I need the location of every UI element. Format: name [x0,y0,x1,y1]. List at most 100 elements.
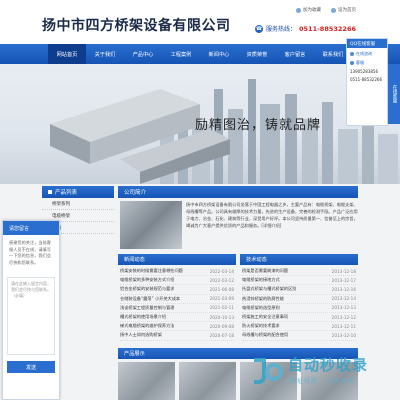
product-list-header: 产品列表 [42,186,114,198]
qq-service-panel: QQ在线客服 在线咨询 客服 13905283856 0511-88532266 [346,38,388,126]
news-row[interactable]: 仓储装设备“震荡” 小开关大成本 2021-03-09 [120,295,234,304]
news-title[interactable]: 浅谈桥架工程质量控制与管理 [120,305,174,311]
news-date: 2013-12-10 [331,332,356,338]
news-date: 2013-12-18 [331,268,356,274]
company-intro-image [120,201,182,249]
news-row[interactable]: 槽式桥架的使用场景介绍 2020-10-13 [120,313,234,323]
hotline-label: 服务热线： [266,26,297,33]
news-list: 桥架安装的时候需要注意哪些问题 2022-03-14 电缆桥架的多种安装方式介绍 20… [120,267,234,341]
nav-home[interactable]: 网站首页 [48,44,86,64]
news-title[interactable]: 扬中人士如何选购桥架 [120,332,162,338]
qq-icon [350,61,354,65]
news-title[interactable]: 防火桥架的技术要求 [242,323,280,329]
news-date: 2013-12-14 [331,296,356,302]
news-title[interactable]: 托盘式桥架与槽式桥架的区别 [242,286,296,292]
news-title[interactable]: 铝合金桥架的安装规范与要求 [120,286,174,292]
qq-icon [350,52,354,56]
online-service-tab[interactable]: 在线客服 [388,64,400,124]
mobile-number: 13905283856 [350,69,378,74]
news-header: 新闻动态 [118,254,236,265]
bookmark-link[interactable]: 加为收藏 [296,7,321,13]
service-link[interactable]: 客服 [347,57,387,66]
news-title[interactable]: 梯式电缆桥架的维护保养方法 [120,323,174,329]
news-date: 2013-12-17 [331,277,356,283]
hotline-number: 0511-88532266 [299,24,356,33]
home-icon [331,7,336,13]
news-row[interactable]: 电缆桥架的多种安装方式介绍 2022-03-12 [120,276,234,286]
news-title[interactable]: 电缆桥架的多种安装方式介绍 [120,277,174,283]
site-header: 扬中市四方桥架设备有限公司 加为收藏 设为首页 ☎ 服务热线： 0511-885… [0,0,400,44]
online-consult-link[interactable]: 在线咨询 [347,48,387,57]
watermark: 自动秒收录 网址导航 · 分类目录 [250,352,390,392]
news-row[interactable]: 梯式电缆桥架的维护保养方法 2020-09-08 [120,322,234,332]
nav-honors[interactable]: 资质荣誉 [238,44,276,64]
news-date: 2022-03-12 [209,277,234,283]
nav-news[interactable]: 新闻中心 [200,44,238,64]
qq-panel-title: QQ在线客服 [347,39,387,48]
news-row[interactable]: 电缆桥架的接地方式 2013-12-17 [242,276,356,286]
chat-offline-message: 感谢您的关注，当前客服人员不在线，请填写一下您的信息，我们会尽快和您联系。 [9,240,51,265]
news-row[interactable]: 热浸锌桥架的防腐性能 2013-12-14 [242,295,356,304]
news-title[interactable]: 槽式桥架的使用场景介绍 [120,314,166,320]
news-date: 2021-06-08 [209,286,234,292]
news-date: 2013-12-12 [331,314,356,320]
news-title[interactable]: 桥架是否需要刷漆的问题 [242,268,288,274]
news-date: 2021-02-11 [209,305,234,311]
news-title[interactable]: 桥架安装的时候需要注意哪些问题 [120,268,183,274]
news-date: 2022-03-14 [209,268,234,274]
message-input[interactable]: 请在此输入留言内容，我们会尽快与您联系。（必填） [7,277,55,355]
news-date: 2013-12-16 [331,286,356,292]
news-date: 2021-03-09 [209,296,234,302]
news-title[interactable]: 电缆桥架的选型原则 [242,305,280,311]
nav-products[interactable]: 产品中心 [124,44,162,64]
news-title[interactable]: 热浸锌桥架的防腐性能 [242,296,284,302]
nav-guestbook[interactable]: 客户留言 [276,44,314,64]
watermark-title: 自动秒收录 [288,356,369,374]
nav-about[interactable]: 关于我们 [86,44,124,64]
cable-tray-image [50,89,230,184]
banner-slogan: 励精图治，铸就品牌 [195,118,322,133]
news-title[interactable]: 电缆桥架的接地方式 [242,277,280,283]
leave-message-widget: 请您留言 感谢您的关注，当前客服人员不在线，请填写一下您的信息，我们会尽快和您联… [2,220,60,400]
news-row[interactable]: 母线槽与桥架的配合使用 2013-12-10 [242,331,356,341]
phone-number: 0511-88532266 [350,77,382,82]
watermark-logo-icon [254,358,283,384]
phone-icon: ☎ [255,24,263,33]
news-title[interactable]: 仓储装设备“震荡” 小开关大成本 [120,296,180,302]
news-row[interactable]: 防火桥架的技术要求 2013-12-11 [242,322,356,332]
nav-cases[interactable]: 工程案例 [162,44,200,64]
send-button[interactable]: 发送 [7,361,55,373]
news-row[interactable]: 托盘式桥架与槽式桥架的区别 2013-12-16 [242,285,356,295]
news-date: 2020-07-18 [209,332,234,338]
news-row[interactable]: 电缆桥架的选型原则 2013-12-13 [242,304,356,313]
main-nav: 网站首页 关于我们 产品中心 工程案例 新闻中心 资质荣誉 客户留言 联系我们 [0,44,400,64]
news-date: 2013-12-11 [331,323,356,329]
watermark-subtitle: 网址导航 · 分类目录 [290,378,355,385]
square-icon [48,190,52,194]
news-row[interactable]: 铝合金桥架的安装规范与要求 2021-06-08 [120,285,234,295]
set-homepage-link[interactable]: 设为首页 [331,7,356,13]
news-title[interactable]: 母线槽与桥架的配合使用 [242,332,288,338]
company-intro-text: 扬中市四方桥架设备有限公司坐落于中国工程电器之乡，主要产品有：电缆桥架、电缆支架… [186,202,358,228]
tech-news-header: 技术动态 [240,254,358,265]
sidebar-item-tray-series[interactable]: 桥架系列 [42,198,114,210]
news-date: 2013-12-13 [331,305,356,311]
tech-news-list: 桥架是否需要刷漆的问题 2013-12-18 电缆桥架的接地方式 2013-12-17… [242,267,356,341]
news-row[interactable]: 桥架安装的时候需要注意哪些问题 2022-03-14 [120,267,234,277]
bookmark-icon [296,7,301,13]
top-links: 加为收藏 设为首页 [296,7,356,13]
news-row[interactable]: 浅谈桥架工程质量控制与管理 2021-02-11 [120,304,234,313]
site-logo[interactable]: 扬中市四方桥架设备有限公司 [42,15,231,35]
news-date: 2020-09-08 [209,323,234,329]
company-intro-header: 公司简介 [118,186,358,198]
hotline: ☎ 服务热线： 0511-88532266 [255,24,356,33]
news-row[interactable]: 扬中人士如何选购桥架 2020-07-18 [120,331,234,341]
hero-banner: 励精图治，铸就品牌 [0,64,400,184]
news-date: 2020-10-13 [209,314,234,320]
product-thumbnail[interactable] [118,362,175,400]
news-row[interactable]: 桥架施工的安全注意事项 2013-12-12 [242,313,356,323]
news-row[interactable]: 桥架是否需要刷漆的问题 2013-12-18 [242,267,356,277]
chat-title: 请您留言 [3,221,59,235]
product-thumbnail[interactable] [179,362,236,400]
news-title[interactable]: 桥架施工的安全注意事项 [242,314,288,320]
